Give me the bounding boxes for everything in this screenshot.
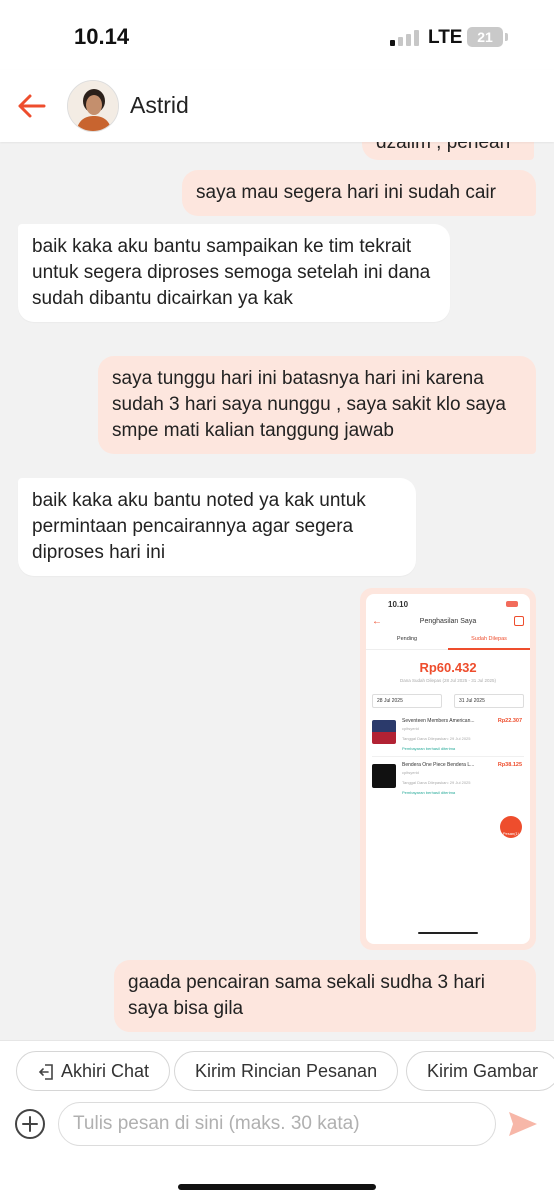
plus-circle-icon	[15, 1109, 45, 1139]
date-from-select: 28 Jul 2025	[372, 694, 442, 708]
screenshot-time: 10.10	[388, 600, 409, 609]
contact-name[interactable]: Astrid	[130, 92, 189, 119]
message-bubble-sent[interactable]: saya mau segera hari ini sudah cair	[182, 170, 536, 216]
back-button[interactable]	[14, 88, 50, 124]
send-order-details-button[interactable]: Kirim Rincian Pesanan	[174, 1051, 399, 1091]
chat-header: Astrid	[0, 70, 554, 142]
battery-icon	[488, 601, 518, 607]
chat-messages[interactable]: dzalim , penean saya mau segera hari ini…	[0, 142, 554, 1040]
message-bubble-received[interactable]: baik kaka aku bantu sampaikan ke tim tek…	[18, 224, 450, 322]
chat-icon	[514, 616, 524, 626]
home-indicator	[178, 1184, 376, 1190]
send-button[interactable]	[506, 1108, 540, 1140]
status-bar: 10.14 LTE 21	[0, 0, 554, 70]
screenshot-amount: Rp60.432	[419, 660, 477, 675]
message-bubble-sent[interactable]: dzalim , penean	[362, 142, 534, 160]
screenshot-preview[interactable]: 10.10 ← Penghasilan Saya Pending Sudah D…	[366, 594, 530, 944]
screenshot-title: Penghasilan Saya	[419, 618, 477, 625]
screenshot-period: Dana Sudah Dilepas (28 Jul 2025 - 31 Jul…	[399, 678, 497, 683]
message-text: baik kaka aku bantu noted ya kak untuk p…	[32, 490, 366, 563]
network-type: LTE	[428, 27, 463, 48]
product-thumbnail	[372, 764, 396, 788]
message-text: saya mau segera hari ini sudah cair	[196, 182, 496, 203]
image-message[interactable]: 10.10 ← Penghasilan Saya Pending Sudah D…	[360, 588, 536, 950]
chat-fab-icon: Pesan(1)	[500, 816, 522, 838]
list-item: Seventeen Members American... Rp22.307 c…	[372, 716, 524, 754]
exit-icon	[38, 1064, 53, 1081]
arrow-left-icon	[18, 94, 46, 118]
battery-icon: 21	[467, 27, 508, 47]
message-text: gaada pencairan sama sekali sudha 3 hari…	[128, 972, 486, 1019]
message-bubble-sent[interactable]: saya tunggu hari ini batasnya hari ini k…	[98, 356, 536, 454]
date-to-select: 31 Jul 2025	[454, 694, 524, 708]
avatar[interactable]	[67, 80, 119, 132]
send-image-button[interactable]: Kirim Gambar	[406, 1051, 554, 1091]
end-chat-button[interactable]: Akhiri Chat	[16, 1051, 171, 1091]
signal-icon	[390, 30, 420, 46]
attach-button[interactable]	[14, 1108, 46, 1140]
send-icon	[509, 1112, 537, 1136]
quick-reply-bar[interactable]: Akhiri Chat Kirim Rincian Pesanan Kirim …	[0, 1040, 554, 1102]
battery-level: 21	[477, 29, 493, 45]
message-text: dzalim , penean	[376, 142, 511, 153]
tab-released: Sudah Dilepas	[471, 636, 507, 642]
message-text: baik kaka aku bantu sampaikan ke tim tek…	[32, 236, 431, 309]
list-item: Bendera One Piece Bendera L... Rp38.125 …	[372, 760, 524, 798]
message-text: saya tunggu hari ini batasnya hari ini k…	[112, 368, 506, 441]
product-thumbnail	[372, 720, 396, 744]
message-bubble-sent[interactable]: gaada pencairan sama sekali sudha 3 hari…	[114, 960, 536, 1032]
tab-pending: Pending	[396, 636, 418, 642]
message-input-bar	[0, 1102, 554, 1200]
message-input[interactable]	[58, 1102, 496, 1146]
status-time: 10.14	[74, 24, 130, 49]
message-bubble-received[interactable]: baik kaka aku bantu noted ya kak untuk p…	[18, 478, 416, 576]
home-indicator	[418, 932, 478, 934]
screenshot-tabs: Pending Sudah Dilepas	[366, 632, 530, 650]
